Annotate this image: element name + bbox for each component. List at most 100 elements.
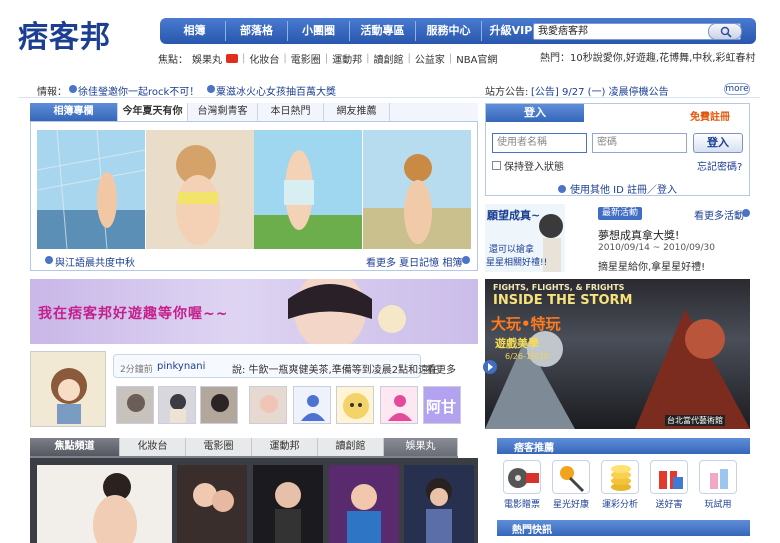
focus-item[interactable]: 化妝台 — [249, 51, 279, 66]
promo-banner[interactable]: 我在痞客邦好遊趣等你喔~~ — [30, 279, 478, 344]
hot-badge-icon — [226, 53, 238, 63]
game-ad-date: 6/26-10/10 — [505, 352, 549, 361]
friend-thumb[interactable] — [200, 386, 238, 424]
login-button[interactable]: 登入 — [693, 133, 743, 153]
logo[interactable]: 痞客邦 — [18, 10, 153, 55]
recommend-title: 痞客推薦 — [514, 443, 554, 454]
event-image[interactable]: 願望成真~ 還可以搶拿 星星相關好禮!! — [485, 204, 565, 272]
forgot-password-link[interactable]: 忘記密碼? — [697, 158, 742, 173]
event-more-link[interactable]: 看更多活動 — [694, 207, 744, 222]
friend-thumb[interactable] — [158, 386, 196, 424]
focus-item[interactable]: 娛果丸 — [192, 51, 222, 66]
arrow-icon — [45, 256, 53, 264]
rec-item-gift[interactable]: 送好害 — [647, 460, 691, 510]
friend-thumb[interactable]: 阿甘 — [423, 386, 461, 424]
channel-photo[interactable] — [37, 465, 172, 543]
friend-thumb[interactable] — [380, 386, 418, 424]
rec-item-movie[interactable]: 電影贈票 — [500, 460, 544, 510]
arrow-icon — [742, 209, 750, 217]
avatar[interactable] — [30, 351, 106, 427]
game-ad-top: FIGHTS, FLIGHTS, & FRIGHTS — [493, 283, 625, 292]
nav-service[interactable]: 服務中心 — [416, 21, 482, 41]
friend-thumb[interactable] — [293, 386, 331, 424]
focus-item[interactable]: 運動邦 — [332, 51, 362, 66]
tab-entertainment[interactable]: 娛果丸 — [384, 438, 458, 456]
nav-blog[interactable]: 部落格 — [226, 21, 288, 41]
login-title: 登入 — [486, 104, 584, 122]
game-ad-cn-title: 大玩•特玩 — [491, 315, 561, 333]
news-link[interactable]: 粟滋冰火心女孩抽百萬大獎 — [216, 83, 336, 98]
other-id-link[interactable]: 使用其他 ID 註冊／登入 — [558, 181, 677, 196]
rec-label: 星光好康 — [552, 500, 589, 510]
status-time: 2分鐘前 — [120, 365, 153, 375]
news-link[interactable]: 徐佳瑩邀你一起rock不可！ — [78, 83, 199, 98]
logo-text: 痞客邦 — [18, 20, 111, 55]
hot-news-title: 熱門快訊 — [512, 525, 552, 536]
rec-label: 玩試用 — [704, 500, 732, 510]
gift-box-icon — [650, 460, 688, 494]
status-user-link[interactable]: pinkynani — [157, 361, 205, 372]
status-more-link[interactable]: 看更多 — [426, 361, 456, 376]
album-photo[interactable] — [37, 130, 145, 249]
game-ad-footer: 台北當代藝術館 — [665, 415, 725, 426]
friend-thumb[interactable] — [336, 386, 374, 424]
banner-text: 我在痞客邦好遊趣等你喔~~ — [38, 306, 229, 322]
focus-item[interactable]: 公益家 — [415, 51, 445, 66]
event-image-sub: 星星相關好禮!! — [486, 258, 548, 268]
hot-label: 熱門： — [540, 53, 570, 64]
friend-thumb[interactable] — [249, 386, 287, 424]
channel-photo[interactable] — [177, 465, 247, 543]
cosmetics-icon — [699, 460, 737, 494]
password-field[interactable]: 密碼 — [592, 133, 687, 153]
tab-movie[interactable]: 電影圈 — [186, 438, 252, 456]
album-photo[interactable] — [254, 130, 362, 249]
event-image-sub: 還可以搶拿 — [489, 245, 535, 255]
channel-photo[interactable] — [404, 465, 474, 543]
arrow-icon — [558, 184, 566, 193]
coins-icon — [601, 460, 639, 494]
focus-item[interactable]: 讀創館 — [374, 51, 404, 66]
focus-item[interactable]: 電影圈 — [291, 51, 321, 66]
album-more-link[interactable]: 看更多 夏日記憶 相簿 — [366, 254, 462, 269]
tab-today-hot[interactable]: 本日熱門 — [258, 103, 324, 121]
username-field[interactable]: 使用者名稱 — [492, 133, 587, 153]
tab-makeup[interactable]: 化妝台 — [120, 438, 186, 456]
remember-checkbox[interactable]: 保持登入狀態 — [492, 158, 564, 173]
next-arrow-icon[interactable] — [483, 360, 497, 374]
focus-item[interactable]: NBA官網 — [456, 51, 497, 66]
tab-taiwan[interactable]: 台灣剩青客 — [188, 103, 258, 121]
nav-album[interactable]: 相簿 — [164, 21, 226, 41]
nav-vip[interactable]: 升級VIP — [482, 21, 540, 41]
arrow-icon — [462, 256, 470, 264]
rec-item-star[interactable]: 星光好康 — [549, 460, 593, 510]
tab-recommend[interactable]: 網友推薦 — [324, 103, 390, 121]
tab-reading[interactable]: 讀創館 — [318, 438, 384, 456]
hot-keywords: 熱門：10秒說愛你,好遊趣,花博舞,中秋,彩虹春村 — [540, 49, 755, 64]
album-photo[interactable] — [363, 130, 471, 249]
game-ad[interactable]: FIGHTS, FLIGHTS, & FRIGHTS INSIDE THE ST… — [485, 279, 750, 429]
search-button[interactable] — [708, 23, 742, 40]
notice-more-button[interactable]: more — [724, 83, 750, 95]
focus-label: 焦點： — [158, 54, 188, 66]
rec-item-trial[interactable]: 玩試用 — [696, 460, 740, 510]
game-ad-title: INSIDE THE STORM — [493, 293, 633, 308]
channel-photo[interactable] — [329, 465, 399, 543]
album-photo[interactable] — [146, 130, 254, 249]
remember-label: 保持登入狀態 — [504, 162, 564, 173]
tab-sports[interactable]: 運動邦 — [252, 438, 318, 456]
nav-group[interactable]: 小團圈 — [288, 21, 350, 41]
channel-photo[interactable] — [253, 465, 323, 543]
hot-value[interactable]: 10秒說愛你,好遊趣,花博舞,中秋,彩虹春村 — [570, 53, 755, 64]
tab-summer[interactable]: 今年夏天有你 — [118, 103, 188, 121]
rec-item-lottery[interactable]: 運彩分析 — [598, 460, 642, 510]
event-tag: 最新活動 — [598, 207, 642, 220]
friend-thumb[interactable] — [116, 386, 154, 424]
album-tabs: 相簿專欄 今年夏天有你 台灣剩青客 本日熱門 網友推薦 — [30, 103, 478, 122]
register-link[interactable]: 免費註冊 — [690, 108, 730, 123]
album-caption[interactable]: 與江語晨共度中秋 — [55, 254, 135, 269]
notice-link[interactable]: [公告] 9/27 (一) 凌晨停機公告 — [531, 83, 669, 98]
event-title[interactable]: 夢想成真拿大獎! — [598, 227, 679, 243]
nav-events[interactable]: 活動專區 — [350, 21, 416, 41]
rec-label: 運彩分析 — [601, 500, 638, 510]
other-id-label: 使用其他 ID 註冊／登入 — [570, 185, 678, 196]
